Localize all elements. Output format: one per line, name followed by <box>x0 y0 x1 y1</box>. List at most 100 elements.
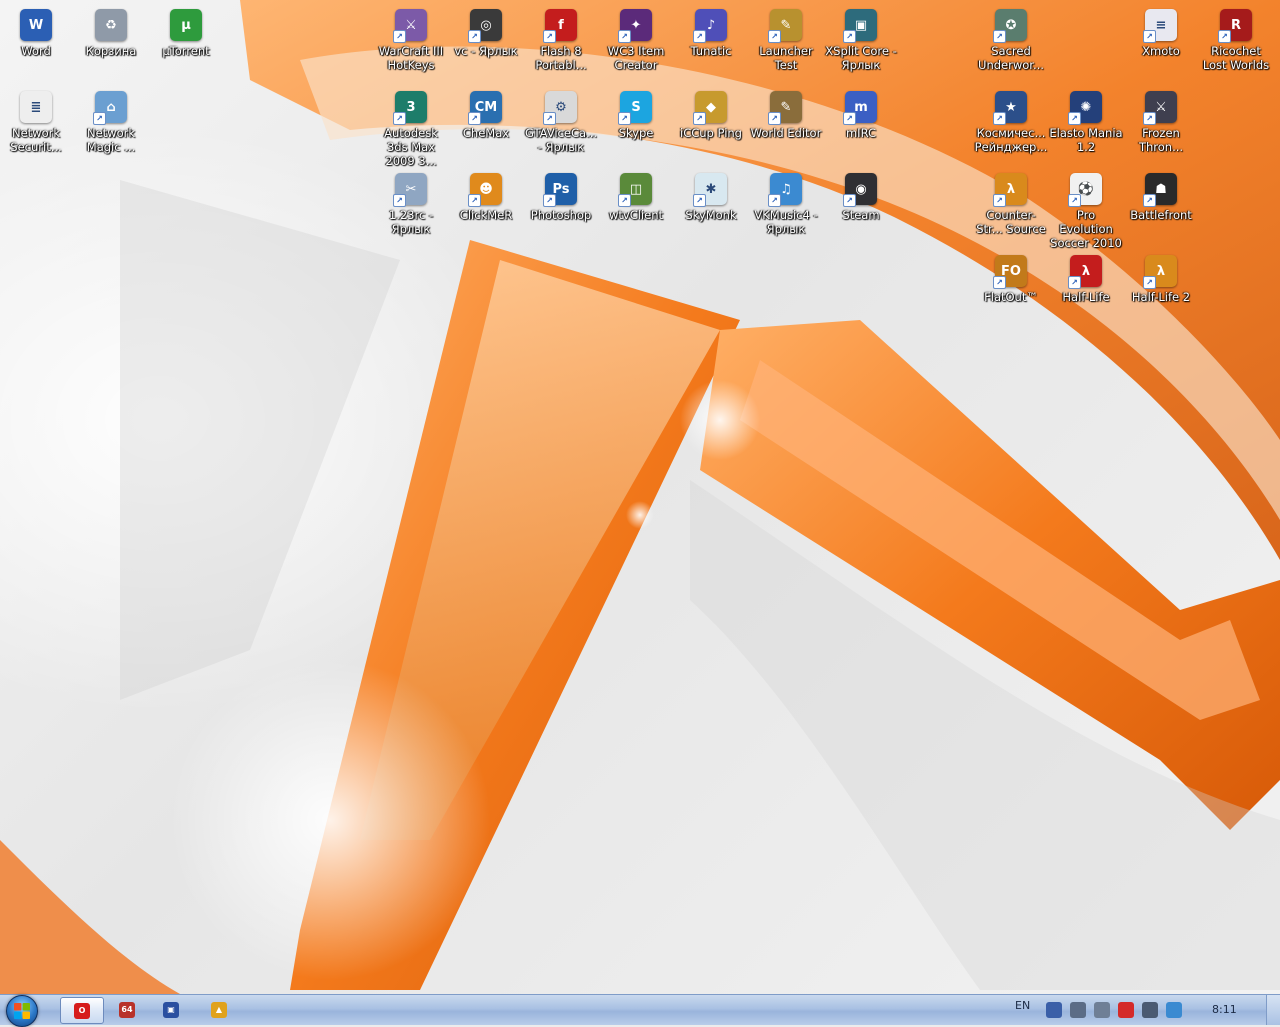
desktop-icon[interactable]: ⚔ ↗ Frozen Thron... <box>1123 87 1199 167</box>
desktop-icon[interactable]: µ µTorrent <box>148 5 224 85</box>
desktop-icon[interactable]: λ ↗ Counter-Str... Source <box>973 169 1049 249</box>
desktop-icon[interactable]: ◆ ↗ iCCup Ping <box>673 87 749 167</box>
desktop-icon-label: FlatOut™ <box>984 290 1038 304</box>
desktop-icon[interactable]: ◉ ↗ Steam <box>823 169 899 249</box>
desktop-icon[interactable]: m ↗ mIRC <box>823 87 899 167</box>
desktop-icon[interactable]: ▣ ↗ XSplit Core - Ярлык <box>823 5 899 85</box>
desktop-icon[interactable]: ✎ ↗ World Editor <box>748 87 824 167</box>
desktop-icon-label: Tunatic <box>690 44 732 58</box>
desktop-icon-label: 1.23rc - Ярлык <box>388 208 434 236</box>
clock[interactable]: 8:11 <box>1212 1003 1237 1016</box>
skype-icon: S ↗ <box>618 91 652 125</box>
desktop-icon[interactable]: ◫ ↗ wtvClient <box>598 169 674 249</box>
desktop-icon[interactable]: ☻ ↗ ClickMeR <box>448 169 524 249</box>
icon-glyph: ✂ <box>405 181 417 197</box>
desktop-icon-label: Network Magic ... <box>86 126 136 154</box>
desktop-icon-label: vc - Ярлык <box>454 44 518 58</box>
desktop-icon[interactable]: ♫ ↗ VKMusic4 - Ярлык <box>748 169 824 249</box>
icon-glyph: ★ <box>1005 99 1017 115</box>
shortcut-arrow-icon: ↗ <box>543 194 556 207</box>
skymonk-icon: ✱ ↗ <box>693 173 727 207</box>
desktop-icon[interactable]: ✂ ↗ 1.23rc - Ярлык <box>373 169 449 249</box>
desktop-icon-label: WarCraft III HotKeys <box>378 44 444 72</box>
ricochet-icon: R ↗ <box>1218 9 1252 43</box>
icon-glyph: ⚔ <box>1155 99 1167 115</box>
icon-glyph: ≣ <box>30 99 42 115</box>
shortcut-arrow-icon: ↗ <box>693 30 706 43</box>
desktop-icon-label: Counter-Str... Source <box>976 208 1046 236</box>
taskbar-button[interactable]: 64 <box>114 997 140 1022</box>
shortcut-arrow-icon: ↗ <box>693 194 706 207</box>
shortcut-arrow-icon: ↗ <box>768 112 781 125</box>
monitor-tray-icon[interactable] <box>1166 1002 1182 1018</box>
desktop-icon[interactable]: ✪ ↗ Sacred Underwor... <box>973 5 1049 85</box>
desktop-icon-label: Photoshop <box>530 208 592 222</box>
taskbar-button[interactable]: O <box>60 997 104 1024</box>
desktop-icon[interactable]: ♪ ↗ Tunatic <box>673 5 749 85</box>
desktop-icon-label: VKMusic4 - Ярлык <box>754 208 818 236</box>
desktop-icon[interactable]: W Word <box>0 5 74 85</box>
desktop-icon[interactable]: λ ↗ Half-Life 2 <box>1123 251 1199 331</box>
desktop-icon-label: Steam <box>842 208 880 222</box>
desktop-icon[interactable]: 3 ↗ Autodesk 3ds Max 2009 3... <box>373 87 449 168</box>
desktop-icon[interactable]: ✱ ↗ SkyMonk <box>673 169 749 249</box>
desktop-icon[interactable]: λ ↗ Half-Life <box>1048 251 1124 331</box>
shortcut-arrow-icon: ↗ <box>993 30 1006 43</box>
half-life-lambda-icon: λ ↗ <box>993 173 1027 207</box>
desktop-icon[interactable]: ✎ ↗ Launcher Test <box>748 5 824 85</box>
opera-icon: O <box>74 1002 90 1019</box>
xmoto-icon: ≡ ↗ <box>1143 9 1177 43</box>
desktop-icon[interactable]: ⌂ ↗ Network Magic ... <box>73 87 149 167</box>
desktop-icon-label: SkyMonk <box>685 208 737 222</box>
shortcut-arrow-icon: ↗ <box>468 194 481 207</box>
shortcut-arrow-icon: ↗ <box>993 276 1006 289</box>
desktop-icon[interactable]: ✦ ↗ WC3 Item Creator <box>598 5 674 85</box>
shortcut-arrow-icon: ↗ <box>543 112 556 125</box>
desktop[interactable]: W Word ♻ Корзина µ µTorrent ⚔ ↗ WarCraft III Hot… <box>0 0 1280 994</box>
desktop-icon[interactable]: ◎ ↗ vc - Ярлык <box>448 5 524 85</box>
desktop-icon[interactable]: ≡ ↗ Xmoto <box>1123 5 1199 85</box>
shortcut-arrow-icon: ↗ <box>393 30 406 43</box>
shortcut-arrow-icon: ↗ <box>843 30 856 43</box>
desktop-icon[interactable]: ♻ Корзина <box>73 5 149 85</box>
start-button[interactable] <box>6 995 42 1027</box>
antivirus-icon[interactable] <box>1118 1002 1134 1018</box>
wtv-icon: ◫ ↗ <box>618 173 652 207</box>
desktop-icon[interactable]: R ↗ Ricochet Lost Worlds <box>1198 5 1274 85</box>
icon-glyph: ◎ <box>480 17 492 33</box>
language-indicator[interactable]: EN <box>1015 999 1030 1012</box>
taskbar-button[interactable]: ▣ <box>158 997 184 1022</box>
desktop-icon-label: CheMax <box>462 126 510 140</box>
xsplit-icon: ▣ ↗ <box>843 9 877 43</box>
wrench-icon: ✂ ↗ <box>393 173 427 207</box>
desktop-icon[interactable]: Ps ↗ Photoshop <box>523 169 599 249</box>
gta-icon: ⚙ ↗ <box>543 91 577 125</box>
shortcut-arrow-icon: ↗ <box>1068 194 1081 207</box>
volume-icon[interactable] <box>1070 1002 1086 1018</box>
desktop-icon-label: Half-Life <box>1062 290 1110 304</box>
desktop-icon-label: mIRC <box>845 126 877 140</box>
steam-icon: ◉ ↗ <box>843 173 877 207</box>
taskbar-button[interactable]: ▲ <box>204 997 234 1022</box>
desktop-icon[interactable]: ⚔ ↗ WarCraft III HotKeys <box>373 5 449 85</box>
desktop-icon[interactable]: ⚙ ↗ GTAViceCa... - Ярлык <box>523 87 599 167</box>
desktop-icon[interactable]: FO ↗ FlatOut™ <box>973 251 1049 331</box>
desktop-icon[interactable]: S ↗ Skype <box>598 87 674 167</box>
desktop-icon[interactable]: ⚽ ↗ Pro Evolution Soccer 2010 <box>1048 169 1124 250</box>
windows-start-orb-icon <box>6 995 38 1027</box>
desktop-icon[interactable]: ≣ Network Securit... <box>0 87 74 167</box>
film-reel-icon: ◎ ↗ <box>468 9 502 43</box>
shortcut-arrow-icon: ↗ <box>768 30 781 43</box>
devices-icon[interactable] <box>1094 1002 1110 1018</box>
desktop-icon[interactable]: ★ ↗ Космичес... Рейнджер... <box>973 87 1049 167</box>
action-center-flag-icon[interactable] <box>1142 1002 1158 1018</box>
desktop-icon[interactable]: CM ↗ CheMax <box>448 87 524 167</box>
desktop-icon[interactable]: ✺ ↗ Elasto Mania 1.2 <box>1048 87 1124 167</box>
network-tray-icon[interactable] <box>1046 1002 1062 1018</box>
desktop-icon[interactable]: ☗ ↗ Battlefront <box>1123 169 1199 249</box>
shortcut-arrow-icon: ↗ <box>1218 30 1231 43</box>
show-desktop-button[interactable] <box>1266 995 1280 1025</box>
shortcut-arrow-icon: ↗ <box>1068 276 1081 289</box>
desktop-icon[interactable]: f ↗ Flash 8 Portabl... <box>523 5 599 85</box>
icon-glyph: ♫ <box>780 181 792 197</box>
